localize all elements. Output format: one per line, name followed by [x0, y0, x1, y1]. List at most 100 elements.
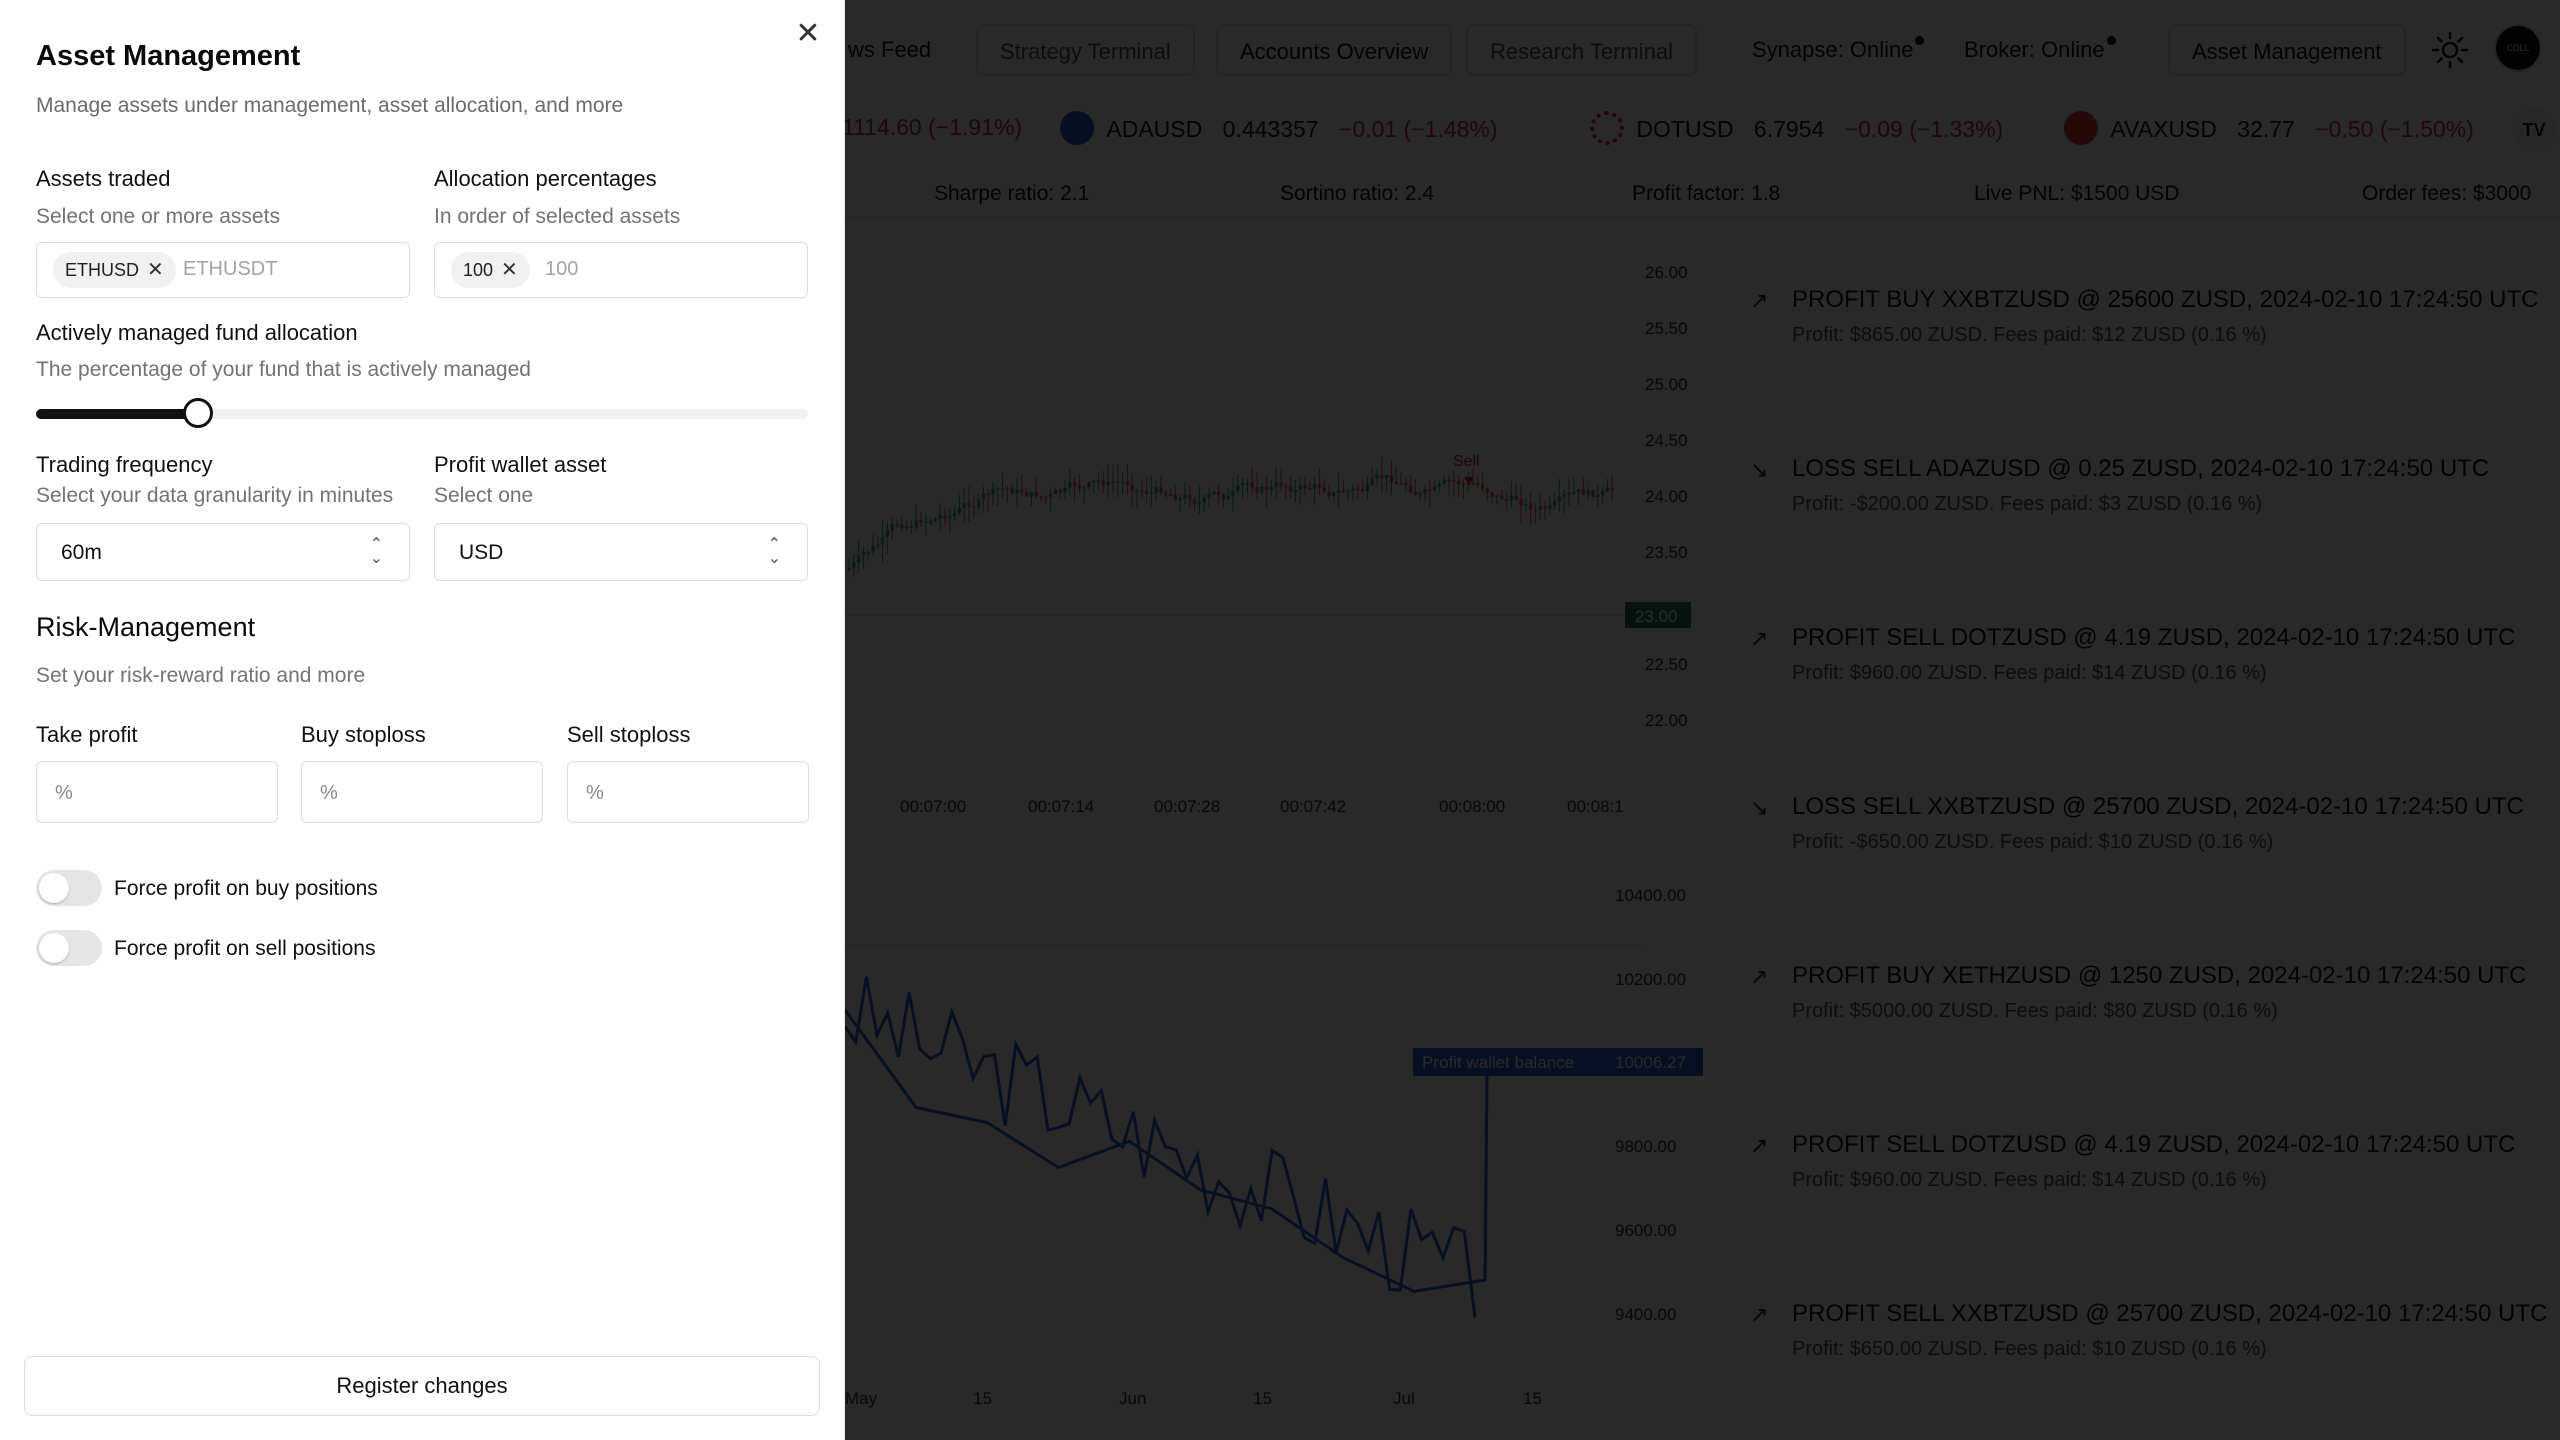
candle-body	[1154, 487, 1158, 493]
trade-title: PROFIT SELL DOTZUSD @ 4.19 ZUSD, 2024-02…	[1792, 624, 2516, 651]
candle-body	[1169, 494, 1173, 497]
allocation-input[interactable]: 100 ✕ 100	[434, 242, 808, 298]
force-profit-sell-toggle[interactable]	[36, 930, 102, 966]
fund-allocation-label: Actively managed fund allocation	[36, 320, 358, 345]
candle-body	[1490, 492, 1494, 497]
x-tick: 15	[1523, 1389, 1542, 1408]
y-tick: 25.00	[1645, 375, 1688, 394]
candle-body	[962, 503, 966, 509]
force-profit-buy-toggle[interactable]	[36, 870, 102, 906]
sell-stoploss-input[interactable]: %	[567, 761, 809, 823]
asset-management-panel: ✕ Asset Management Manage assets under m…	[0, 0, 845, 1440]
x-tick: Jul	[1393, 1389, 1415, 1408]
register-changes-button[interactable]: Register changes	[24, 1356, 820, 1416]
candle-body	[1164, 492, 1168, 495]
candle-body	[1116, 481, 1120, 484]
chevron-up-down-icon: ⌃ ⌄	[369, 536, 383, 567]
candle-body	[1596, 494, 1600, 498]
trade-item[interactable]: ↗ PROFIT BUY XETHZUSD @ 1250 ZUSD, 2024-…	[1740, 936, 2540, 1056]
fund-allocation-slider-track[interactable]	[36, 409, 808, 419]
tab-asset-management[interactable]: Asset Management	[2168, 24, 2406, 76]
candle-body	[1524, 503, 1528, 506]
avatar[interactable]: CDLL	[2494, 24, 2542, 72]
trade-item[interactable]: ↗ PROFIT SELL XXBTZUSD @ 25700 ZUSD, 202…	[1740, 1274, 2547, 1394]
trade-detail: Profit: -$200.00 ZUSD. Fees paid: $3 ZUS…	[1792, 493, 2263, 515]
trade-item[interactable]: ↗ PROFIT SELL DOTZUSD @ 4.19 ZUSD, 2024-…	[1740, 1105, 2540, 1225]
stat-order-fees: Order fees: $3000	[2362, 182, 2532, 205]
tab-accounts-overview[interactable]: Accounts Overview	[1216, 24, 1453, 76]
candle-body	[1207, 494, 1211, 498]
candle-body	[1274, 482, 1278, 487]
candle-body	[933, 518, 937, 522]
candle-body	[881, 537, 885, 545]
candle-body	[1557, 496, 1561, 502]
candle-body	[1481, 484, 1485, 489]
candle-body	[1245, 482, 1249, 485]
allocation-hint: In order of selected assets	[434, 205, 681, 228]
candle-body	[1409, 485, 1413, 492]
candle-body	[957, 508, 961, 514]
x-tick: 15	[973, 1389, 992, 1408]
trade-arrow-icon: ↘	[1750, 795, 1769, 820]
take-profit-input[interactable]: %	[36, 761, 278, 823]
remove-chip-icon[interactable]: ✕	[501, 259, 518, 281]
ticker-price: 6.7954	[1753, 116, 1825, 143]
candle-body	[991, 488, 995, 495]
candle-body	[1581, 489, 1585, 495]
fund-allocation-slider-thumb[interactable]	[183, 398, 214, 428]
candle-body	[1265, 487, 1269, 490]
profit-wallet-select[interactable]: USD ⌃ ⌄	[434, 523, 808, 581]
trade-title: PROFIT SELL XXBTZUSD @ 25700 ZUSD, 2024-…	[1792, 1300, 2548, 1327]
x-tick: 00:07:42	[1280, 797, 1346, 816]
close-icon[interactable]: ✕	[794, 19, 822, 49]
candle-body	[1073, 482, 1077, 486]
balance-chart[interactable]: 10400.00 10200.00 9800.00 9600.00 9400.0…	[845, 860, 1705, 1420]
candle-body	[1313, 484, 1317, 489]
ticker-price: 1114.60	[842, 114, 922, 140]
allocation-chip-label: 100	[463, 260, 494, 280]
tab-news-feed[interactable]: ws Feed	[826, 24, 953, 76]
price-chart[interactable]: 26.00 25.50 25.00 24.50 24.00 23.50 22.5…	[845, 240, 1705, 840]
trade-item[interactable]: ↗ PROFIT SELL DOTZUSD @ 4.19 ZUSD, 2024-…	[1740, 598, 2540, 718]
synapse-status-text: Synapse: Online	[1752, 37, 1914, 62]
candle-body	[1337, 490, 1341, 493]
allocation-placeholder: 100	[545, 258, 579, 280]
trade-title: LOSS SELL ADAZUSD @ 0.25 ZUSD, 2024-02-1…	[1792, 455, 2490, 482]
ticker-item-dotusd: DOTUSD 6.7954 −0.09 (−1.33%)	[1590, 111, 2003, 148]
candle-body	[1188, 495, 1192, 500]
buy-stoploss-input[interactable]: %	[301, 761, 543, 823]
assets-traded-input[interactable]: ETHUSD ✕ ETHUSDT	[36, 242, 410, 298]
candle-body	[1308, 487, 1312, 490]
sun-icon[interactable]	[2430, 30, 2470, 70]
candle-body	[948, 516, 952, 519]
candle-body	[1567, 492, 1571, 495]
candle-body	[1346, 491, 1350, 493]
candle-body	[1145, 490, 1149, 494]
stat-profit-factor: Profit factor: 1.8	[1632, 182, 1781, 205]
candle-body	[1269, 486, 1273, 490]
trade-item[interactable]: ↘ LOSS SELL XXBTZUSD @ 25700 ZUSD, 2024-…	[1740, 767, 2540, 887]
candle-body	[1178, 498, 1182, 501]
candle-body	[909, 526, 913, 528]
tab-strategy-terminal[interactable]: Strategy Terminal	[976, 24, 1195, 76]
synapse-status-dot	[1915, 36, 1925, 45]
candle-body	[943, 515, 947, 519]
assets-traded-label: Assets traded	[36, 166, 171, 191]
candle-body	[1010, 488, 1014, 494]
series-label: Profit wallet balance	[1422, 1053, 1574, 1072]
candle-body	[1149, 492, 1153, 495]
trade-item[interactable]: ↗ PROFIT BUY XXBTZUSD @ 25600 ZUSD, 2024…	[1740, 260, 2540, 380]
remove-chip-icon[interactable]: ✕	[147, 259, 164, 281]
trade-detail: Profit: $960.00 ZUSD. Fees paid: $14 ZUS…	[1792, 662, 2267, 684]
y-tick: 9400.00	[1615, 1305, 1676, 1324]
candle-body	[1077, 485, 1081, 489]
trade-item[interactable]: ↘ LOSS SELL ADAZUSD @ 0.25 ZUSD, 2024-02…	[1740, 429, 2540, 549]
candle-body	[1509, 495, 1513, 501]
y-tick: 25.50	[1645, 319, 1688, 338]
x-tick: 00:07:14	[1028, 797, 1094, 816]
candle-body	[1572, 492, 1576, 494]
take-profit-placeholder: %	[55, 782, 73, 804]
tab-research-terminal[interactable]: Research Terminal	[1466, 24, 1698, 76]
stat-sharpe: Sharpe ratio: 2.1	[934, 182, 1090, 205]
trading-frequency-select[interactable]: 60m ⌃ ⌄	[36, 523, 410, 581]
